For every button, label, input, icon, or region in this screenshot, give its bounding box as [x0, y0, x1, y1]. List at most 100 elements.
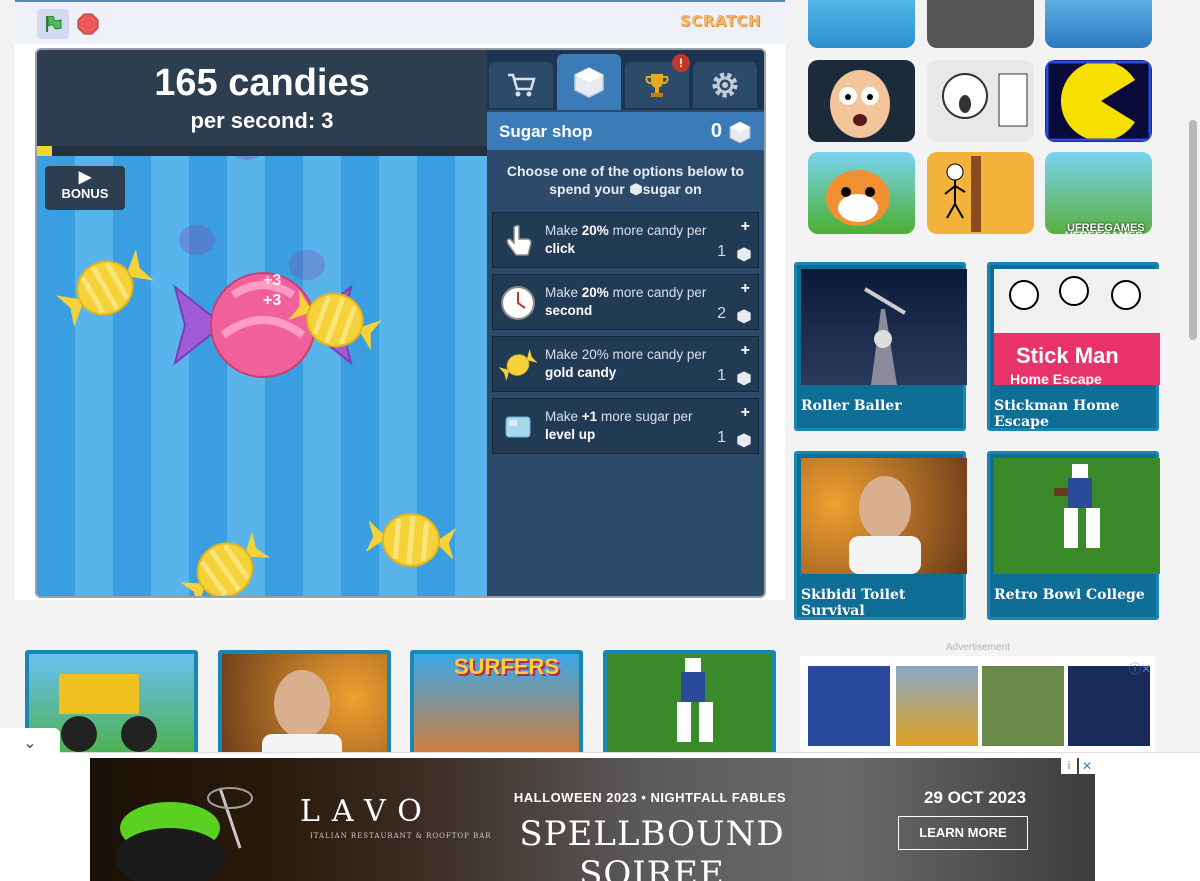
float-number: +3 — [263, 292, 282, 309]
gold-candy-icon — [499, 346, 537, 384]
candy-count: 165 candies — [154, 62, 370, 104]
game-card-retro-bowl[interactable]: Retro Bowl College — [987, 451, 1160, 620]
scrollbar[interactable] — [1186, 0, 1200, 752]
ad-image — [896, 666, 978, 746]
game-thumb[interactable] — [927, 0, 1034, 48]
bonus-label: BONUS — [61, 186, 109, 201]
game-thumb[interactable] — [927, 152, 1034, 234]
shop-header: Sugar shop 0 — [487, 112, 764, 150]
scratch-toolbar: SCRATCH — [15, 2, 785, 44]
bonus-button[interactable]: ▶ BONUS — [45, 166, 125, 210]
footer-banner[interactable]: LAVO ITALIAN RESTAURANT & ROOFTOP BAR HA… — [90, 758, 1095, 881]
plus-icon: + — [740, 280, 750, 297]
shop-description: Choose one of the options below to spend… — [497, 162, 754, 198]
green-flag-icon — [46, 15, 62, 32]
stop-icon[interactable] — [77, 13, 99, 35]
game-thumb[interactable] — [1045, 0, 1152, 48]
upgrade-click[interactable]: Make 20% more candy per click + 1 — [492, 212, 759, 268]
ufreegames-text: UFREEGAMES — [1067, 222, 1145, 234]
game-card-skibidi-toilet[interactable]: Skibidi Toilet Survival — [794, 451, 967, 620]
event-date: 29 OCT 2023 — [923, 788, 1027, 807]
page: SCRATCH +3 +3 165 candies per second: 3 … — [0, 0, 1200, 881]
shop-title: Sugar shop — [499, 122, 593, 141]
ice-cube-icon — [499, 408, 537, 446]
level-progress — [37, 146, 487, 156]
upgrade-level-up[interactable]: Make +1 more sugar per level up + 1 — [492, 398, 759, 454]
upgrade-cost: 1 — [717, 367, 726, 384]
shiba-icon — [826, 170, 890, 226]
upgrade-click-text: Make 20% more candy per click — [545, 223, 707, 256]
card-title: Skibidi Toilet Survival — [801, 587, 906, 619]
sugar-count: 0 — [710, 120, 722, 142]
cauldron-icon — [115, 787, 253, 881]
game-thumb[interactable] — [603, 650, 776, 760]
thumb-image — [607, 654, 772, 760]
ad-info-icon[interactable]: i — [1061, 758, 1077, 774]
game-thumb[interactable] — [1045, 60, 1152, 142]
game-thumb[interactable] — [808, 0, 915, 48]
tab-sugar[interactable] — [557, 54, 621, 110]
upgrade-gold-candy-text: Make 20% more candy per gold candy — [545, 347, 707, 380]
face-icon — [830, 70, 890, 138]
brand-name: LAVO — [300, 794, 434, 829]
plus-icon: + — [740, 404, 750, 421]
green-flag-button[interactable] — [37, 9, 69, 39]
ad-close-icon[interactable]: ✕ — [1079, 758, 1095, 774]
gear-icon — [712, 72, 738, 98]
clock-icon — [499, 284, 537, 322]
game-thumb[interactable] — [808, 60, 915, 142]
game-thumb[interactable] — [218, 650, 391, 760]
scrollbar-thumb[interactable] — [1189, 120, 1197, 340]
background-candies — [56, 150, 457, 596]
sugar-cube-icon — [737, 309, 751, 324]
sidebar-ad[interactable]: ⓘ✕ — [800, 656, 1155, 752]
chevron-down-icon: ⌄ — [23, 735, 37, 752]
thumb-image — [222, 654, 387, 760]
upgrade-cost: 2 — [717, 305, 726, 322]
event-line: HALLOWEEN 2023 • NIGHTFALL FABLES — [513, 790, 787, 805]
shop-description-end: on — [684, 181, 702, 197]
card-image — [801, 269, 967, 385]
upgrade-level-up-text: Make +1 more sugar per level up — [545, 409, 693, 442]
card-title: Retro Bowl College — [994, 587, 1145, 603]
ad-image — [808, 666, 890, 746]
card-image — [801, 458, 967, 574]
sugar-cube-icon — [737, 247, 751, 262]
game-card-stickman-home-escape[interactable]: Stick Man Home Escape Stickman Home Esca… — [987, 262, 1160, 431]
rate-label: per second: — [190, 108, 316, 133]
ufreegames-label-wrap: UFREEGAMES — [1045, 152, 1152, 234]
rate-value: 3 — [321, 108, 334, 133]
cart-icon — [508, 73, 536, 97]
game-thumb[interactable] — [808, 152, 915, 234]
sugar-cube-icon — [737, 433, 751, 448]
scratch-logo: SCRATCH — [679, 12, 761, 30]
ad-close-icon[interactable]: ⓘ✕ — [1129, 660, 1151, 677]
sugar-cube-icon — [629, 183, 642, 196]
upgrade-cost: 1 — [717, 243, 726, 260]
tab-settings[interactable] — [693, 62, 757, 108]
learn-more-button[interactable]: LEARN MORE — [898, 816, 1028, 850]
pacman-icon — [1045, 60, 1152, 142]
card-image — [994, 458, 1160, 574]
ad-image — [1068, 666, 1150, 746]
upgrade-second[interactable]: Make 20% more candy per second + 2 — [492, 274, 759, 330]
game-card-roller-baller[interactable]: Roller Baller — [794, 262, 967, 431]
trophy-icon — [645, 74, 669, 97]
upgrade-gold-candy[interactable]: Make 20% more candy per gold candy + 1 — [492, 336, 759, 392]
card-title: Stickman Home Escape — [994, 398, 1120, 430]
thumb-image: SURFERS — [414, 654, 579, 760]
collapse-ad-button[interactable]: ⌄ — [0, 728, 60, 758]
stickman-overlay-subtitle: Home Escape — [1010, 371, 1102, 385]
plus-icon: + — [740, 342, 750, 359]
game-thumb[interactable]: SURFERS — [410, 650, 583, 760]
upgrade-second-text: Make 20% more candy per second — [545, 285, 707, 318]
footer-ad: LAVO ITALIAN RESTAURANT & ROOFTOP BAR HA… — [0, 752, 1200, 881]
tab-shop[interactable] — [489, 62, 553, 108]
sugar-cube-icon — [729, 121, 751, 144]
game-stage[interactable]: +3 +3 165 candies per second: 3 ▶ BONUS — [35, 48, 766, 598]
event-title: SPELLBOUND SOIREE — [519, 814, 785, 881]
shop-description-word: sugar — [642, 181, 681, 197]
ad-label: Advertisement — [946, 642, 1010, 653]
ad-image — [982, 666, 1064, 746]
game-thumb[interactable] — [927, 60, 1034, 142]
